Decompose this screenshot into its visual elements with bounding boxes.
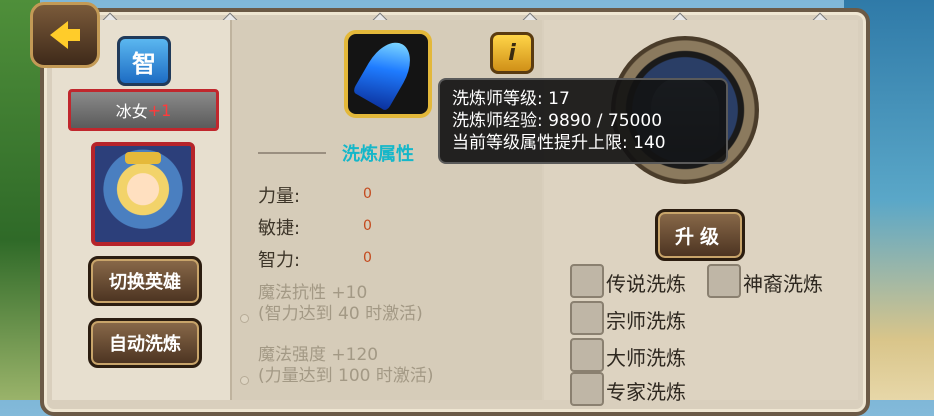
intelligence-attribute-badge: 智 [117, 36, 171, 86]
bonus-magic-power: 魔法强度 +120 (力量达到 100 时激活) [258, 345, 434, 386]
stat-value-strength: 0 [363, 186, 372, 202]
checkbox-divine-refine[interactable] [707, 264, 741, 298]
stat-value-intelligence: 0 [363, 250, 372, 266]
hero-name-plate: 冰女 +1 [68, 89, 219, 131]
checkbox-grandmaster-refine[interactable] [570, 301, 604, 335]
checkbox-master-refine[interactable] [570, 338, 604, 372]
label-master-refine: 大师洗炼 [606, 346, 686, 370]
label-grandmaster-refine: 宗师洗炼 [606, 309, 686, 333]
stat-label-intelligence: 智力: [258, 250, 301, 271]
stat-label-agility: 敏捷: [258, 218, 301, 239]
info-button[interactable]: i [490, 32, 534, 74]
bonus-magic-resist: 魔法抗性 +10 (智力达到 40 时激活) [258, 283, 423, 324]
bonus-bullet-icon [240, 376, 249, 385]
back-button[interactable] [30, 2, 100, 68]
auto-refine-button[interactable]: 自动洗炼 [88, 318, 202, 368]
stat-value-agility: 0 [363, 218, 372, 234]
bonus-bullet-icon [240, 314, 249, 323]
hero-name: 冰女 [115, 102, 148, 121]
crystal-dagger-icon [352, 34, 420, 112]
switch-hero-button[interactable]: 切换英雄 [88, 256, 202, 306]
refiner-level: 洗炼师等级: 17 [452, 89, 570, 109]
refiner-exp: 洗炼师经验: 9890 / 75000 [452, 111, 663, 131]
label-expert-refine: 专家洗炼 [606, 380, 686, 404]
hero-portrait[interactable] [91, 142, 195, 246]
upgrade-button[interactable]: 升级 [655, 209, 745, 261]
label-divine-refine: 神裔洗炼 [743, 272, 823, 296]
section-divider [258, 152, 326, 154]
section-title: 洗炼属性 [342, 144, 414, 165]
hero-star-level: +1 [147, 100, 172, 120]
label-legend-refine: 传说洗炼 [606, 272, 686, 296]
attribute-cap: 当前等级属性提升上限: 140 [452, 133, 666, 153]
attribute-glyph: 智 [132, 49, 156, 78]
stat-label-strength: 力量: [258, 186, 301, 207]
equipment-slot[interactable] [344, 30, 432, 118]
refiner-info-tooltip: 洗炼师等级: 17 洗炼师经验: 9890 / 75000 当前等级属性提升上限… [438, 78, 728, 164]
checkbox-legend-refine[interactable] [570, 264, 604, 298]
crown-icon [125, 152, 161, 164]
info-icon: i [508, 40, 516, 66]
checkbox-expert-refine[interactable] [570, 372, 604, 406]
